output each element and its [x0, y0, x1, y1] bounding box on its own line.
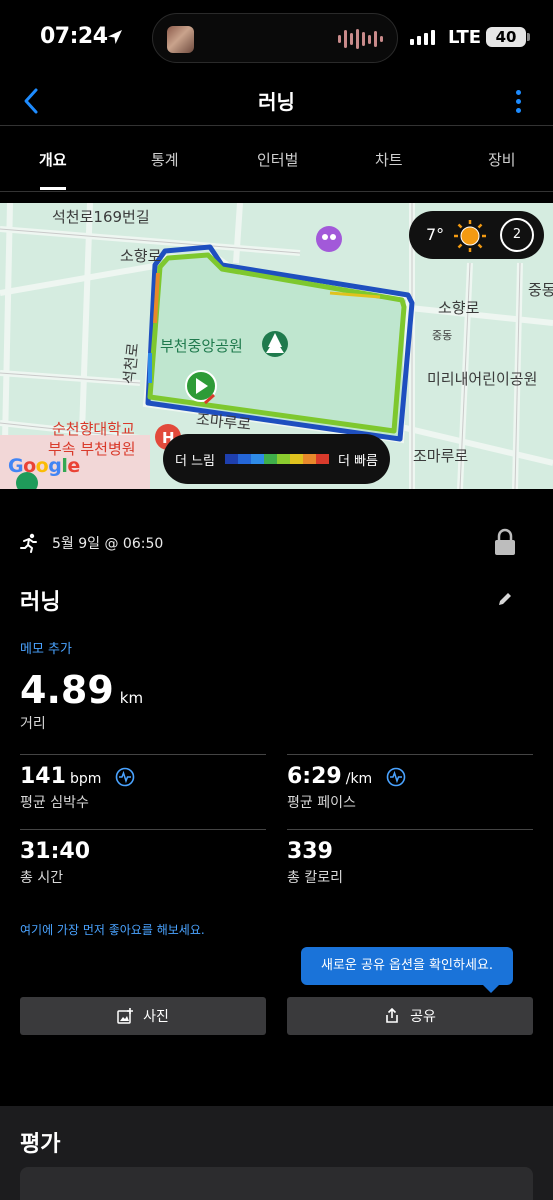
share-label: 공유	[410, 1009, 436, 1025]
tab-charts[interactable]: 차트	[375, 149, 403, 170]
map-label-road: 조마루로	[413, 447, 469, 465]
add-photo-button[interactable]: 사진	[20, 997, 266, 1035]
pace-color-swatch	[290, 454, 303, 464]
temperature: 7°	[426, 225, 445, 244]
evaluation-title: 평가	[20, 1132, 61, 1157]
distance-unit: km	[119, 689, 144, 707]
tab-gear[interactable]: 장비	[488, 149, 516, 170]
cellular-signal-icon	[410, 30, 435, 45]
total-time-label: 총 시간	[20, 870, 64, 886]
activity-date: 5월 9일 @ 06:50	[52, 536, 164, 552]
status-bar: 07:24 LTE 40	[0, 0, 553, 76]
heart-rate-value: 141 bpm	[20, 764, 135, 789]
pace-chart-icon[interactable]	[386, 767, 406, 787]
google-logo: Google	[8, 455, 80, 477]
pace-label: 평균 페이스	[287, 795, 356, 811]
add-photo-icon	[117, 1008, 134, 1024]
map-label-park: 부천중앙공원	[160, 337, 243, 355]
top-nav: 러닝	[0, 76, 553, 126]
legend-fast-label: 더 빠름	[338, 454, 379, 469]
calories-label: 총 칼로리	[287, 870, 343, 886]
heart-rate-chart-icon[interactable]	[115, 767, 135, 787]
add-photo-label: 사진	[143, 1009, 169, 1025]
pace-legend: 더 느림 더 빠름	[163, 434, 390, 484]
location-arrow-icon	[108, 30, 122, 44]
first-like-prompt[interactable]: 여기에 가장 먼저 좋아요를 해보세요.	[20, 921, 205, 938]
status-time: 07:24	[40, 24, 108, 49]
weather-badge: 7° 2	[409, 211, 544, 259]
heart-rate-unit: bpm	[69, 771, 102, 787]
stat-heart-rate: 141 bpm 평균 심박수	[20, 754, 266, 824]
total-time-value: 31:40	[20, 839, 91, 864]
distance-value: 4.89 km	[20, 668, 143, 712]
pace-value: 6:29/km	[287, 764, 406, 789]
now-playing-artwork	[167, 26, 194, 53]
legend-slow-label: 더 느림	[175, 454, 216, 469]
share-icon	[386, 1008, 398, 1023]
evaluation-section: 평가	[0, 1106, 553, 1200]
route-map[interactable]: H 석천로169번길 소향로 소향로 부천중앙공원 중동 미리내어린이공원 석천…	[0, 203, 553, 489]
more-options-icon[interactable]	[511, 84, 525, 118]
share-button[interactable]: 공유	[287, 997, 533, 1035]
share-options-tooltip[interactable]: 새로운 공유 옵션을 확인하세요.	[301, 947, 513, 993]
tab-stats[interactable]: 통계	[151, 149, 179, 170]
active-tab-indicator	[40, 187, 66, 190]
add-memo-link[interactable]: 메모 추가	[20, 638, 72, 657]
lock-icon[interactable]	[494, 528, 516, 556]
pace-color-swatch	[277, 454, 290, 464]
pace-color-swatch	[303, 454, 316, 464]
map-label-district: 중동	[432, 329, 453, 342]
wind-speed-icon: 2	[500, 218, 534, 252]
calories-value: 339	[287, 839, 333, 864]
map-label-road: 소향로	[438, 299, 480, 317]
pencil-edit-icon[interactable]	[497, 591, 513, 607]
map-label-road: 석천로169번길	[52, 208, 150, 226]
pace-color-swatch	[251, 454, 264, 464]
running-icon	[20, 533, 37, 553]
pace-color-scale	[225, 454, 329, 464]
page-title: 러닝	[258, 90, 295, 114]
pace-color-swatch	[238, 454, 251, 464]
heart-rate-number: 141	[20, 764, 66, 789]
tab-bar: 개요 통계 인터벌 차트 장비	[0, 127, 553, 192]
evaluation-card[interactable]	[20, 1167, 533, 1200]
dynamic-island[interactable]	[152, 13, 398, 63]
stat-calories: 339 총 칼로리	[287, 829, 533, 899]
tab-intervals[interactable]: 인터벌	[257, 149, 298, 170]
map-label-district: 중동	[528, 281, 553, 299]
distance-label: 거리	[20, 716, 46, 732]
pace-color-swatch	[225, 454, 238, 464]
heart-rate-label: 평균 심박수	[20, 795, 89, 811]
map-label-hospital: 순천향대학교	[52, 420, 135, 438]
pace-color-swatch	[316, 454, 329, 464]
pace-unit: /km	[345, 771, 373, 787]
stat-total-time: 31:40 총 시간	[20, 829, 266, 899]
map-label-road: 석천로	[119, 342, 143, 386]
activity-date-row: 5월 9일 @ 06:50	[20, 530, 163, 556]
pace-color-swatch	[264, 454, 277, 464]
activity-title: 러닝	[20, 590, 61, 615]
stat-pace: 6:29/km 평균 페이스	[287, 754, 533, 824]
tab-overview[interactable]: 개요	[39, 149, 67, 170]
battery-icon: 40	[486, 27, 530, 47]
distance-number: 4.89	[20, 668, 114, 712]
map-label-poi: 미리내어린이공원	[427, 370, 538, 388]
pace-number: 6:29	[287, 764, 342, 789]
network-type: LTE	[448, 27, 482, 48]
audio-waveform-icon	[338, 28, 383, 50]
sun-icon	[454, 220, 486, 252]
map-label-road: 소향로	[120, 247, 162, 265]
